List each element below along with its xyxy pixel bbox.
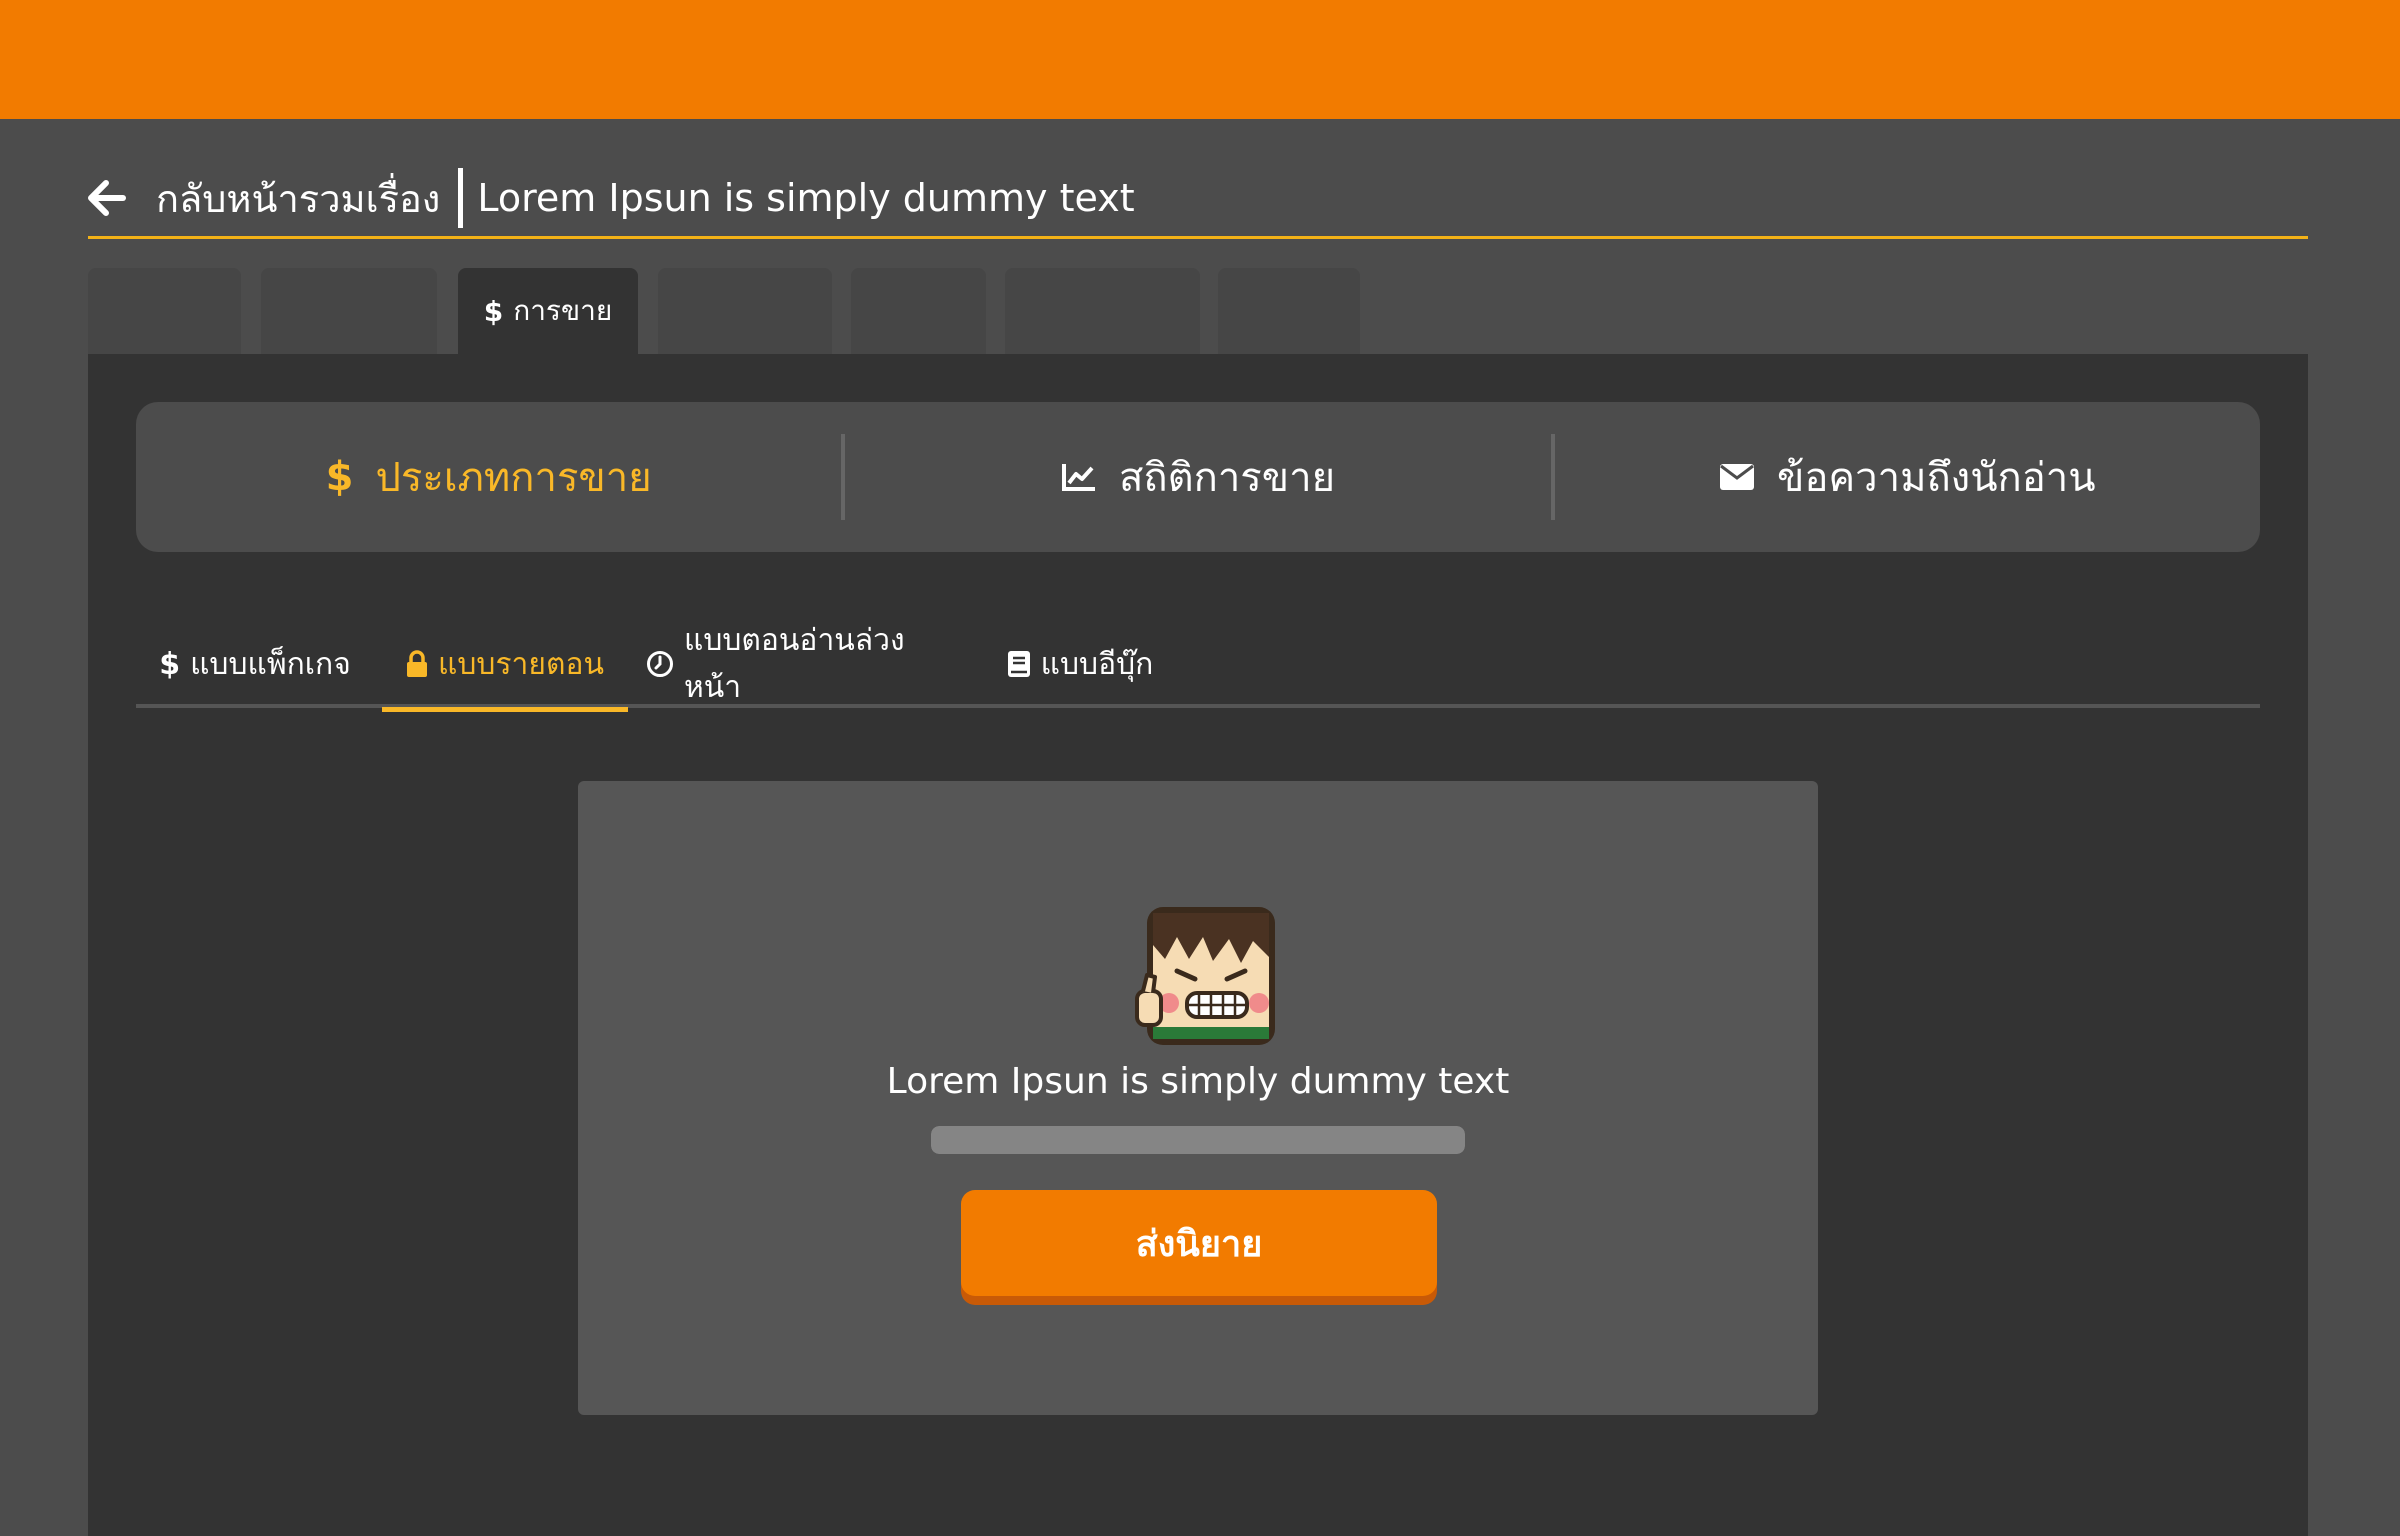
tab-1[interactable]	[88, 268, 241, 354]
book-icon	[1007, 650, 1031, 678]
header-divider	[88, 236, 2308, 239]
page-header: กลับหน้ารวมเรื่อง Lorem Ipsun is simply …	[88, 158, 2308, 238]
subtab-early-access-label: แบบตอนอ่านล่วงหน้า	[684, 623, 905, 705]
tab-sales[interactable]: $ การขาย	[458, 268, 638, 354]
title-separator	[458, 168, 464, 228]
tab-2[interactable]	[261, 268, 437, 354]
subtab-early-access[interactable]: แบบตอนอ่านล่วงหน้า	[646, 620, 956, 708]
segment-sales-stats[interactable]: สถิติการขาย	[845, 402, 1550, 552]
sales-type-tabs: $ แบบแพ็กเกจ แบบรายตอน แบบตอนอ่านล่วงหน้…	[136, 620, 2260, 712]
tab-7[interactable]	[1218, 268, 1360, 354]
line-chart-icon	[1061, 462, 1097, 492]
mascot-icon	[1133, 901, 1281, 1049]
subtab-package-label: แบบแพ็กเกจ	[190, 646, 351, 682]
sales-panel: $ ประเภทการขาย สถิติการขาย ข้อความถึงนัก…	[88, 354, 2308, 1536]
progress-bar	[931, 1126, 1465, 1154]
sales-segment-bar: $ ประเภทการขาย สถิติการขาย ข้อความถึงนัก…	[136, 402, 2260, 552]
back-label: กลับหน้ารวมเรื่อง	[156, 176, 441, 221]
subtab-per-episode[interactable]: แบบรายตอน	[382, 620, 628, 712]
envelope-icon	[1719, 463, 1755, 491]
subtab-per-episode-label: แบบรายตอน	[438, 646, 604, 682]
story-title: Lorem Ipsun is simply dummy text	[477, 176, 1135, 220]
tab-4[interactable]	[658, 268, 832, 354]
top-bar	[0, 0, 2400, 119]
tab-5[interactable]	[851, 268, 986, 354]
segment-sales-stats-label: สถิติการขาย	[1118, 455, 1335, 501]
submit-story-button[interactable]: ส่งนิยาย	[961, 1190, 1437, 1296]
dollar-icon: $	[483, 294, 504, 328]
tab-sales-label: การขาย	[513, 294, 613, 327]
arrow-left-icon	[88, 179, 126, 217]
dollar-icon: $	[325, 454, 354, 500]
tab-6[interactable]	[1005, 268, 1200, 354]
back-button[interactable]: กลับหน้ารวมเรื่อง	[88, 168, 440, 229]
progress-fill	[931, 1126, 1465, 1154]
subtab-package[interactable]: $ แบบแพ็กเกจ	[146, 620, 364, 708]
dollar-icon: $	[159, 646, 181, 682]
empty-state-card: Lorem Ipsun is simply dummy text ส่งนิยา…	[578, 781, 1818, 1415]
subtab-ebook[interactable]: แบบอีบุ๊ก	[1002, 620, 1158, 708]
segment-sales-type[interactable]: $ ประเภทการขาย	[136, 402, 841, 552]
segment-sales-type-label: ประเภทการขาย	[375, 455, 652, 501]
lock-icon	[406, 650, 428, 678]
clock-icon	[646, 650, 674, 678]
segment-reader-message-label: ข้อความถึงนักอ่าน	[1777, 455, 2096, 501]
empty-state-text: Lorem Ipsun is simply dummy text	[886, 1061, 1510, 1102]
segment-reader-message[interactable]: ข้อความถึงนักอ่าน	[1555, 402, 2260, 552]
subtab-ebook-label: แบบอีบุ๊ก	[1040, 646, 1154, 682]
